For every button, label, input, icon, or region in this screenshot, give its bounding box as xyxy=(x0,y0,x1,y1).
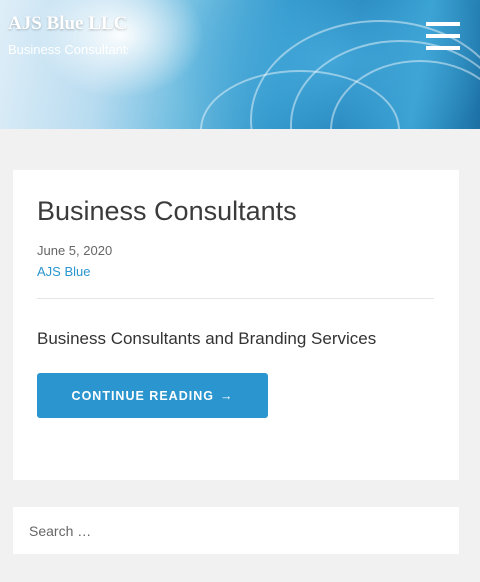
post-card: Business Consultants June 5, 2020 AJS Bl… xyxy=(13,170,459,480)
search-input[interactable] xyxy=(13,507,459,554)
post-excerpt: Business Consultants and Branding Servic… xyxy=(37,329,377,348)
hamburger-menu-icon[interactable] xyxy=(426,22,460,50)
continue-reading-label: CONTINUE READING xyxy=(71,388,214,403)
arrow-right-icon: → xyxy=(219,388,234,403)
post-title[interactable]: Business Consultants xyxy=(37,196,297,227)
search-box xyxy=(13,507,459,554)
site-tagline: Business Consultants xyxy=(8,42,128,57)
continue-reading-button[interactable]: CONTINUE READING → xyxy=(37,373,268,418)
site-title[interactable]: AJS Blue LLC xyxy=(8,13,127,35)
post-author-link[interactable]: AJS Blue xyxy=(37,264,90,279)
site-header: AJS Blue LLC Business Consultants xyxy=(0,0,480,129)
post-date[interactable]: June 5, 2020 xyxy=(37,243,112,258)
post-divider xyxy=(37,298,434,299)
